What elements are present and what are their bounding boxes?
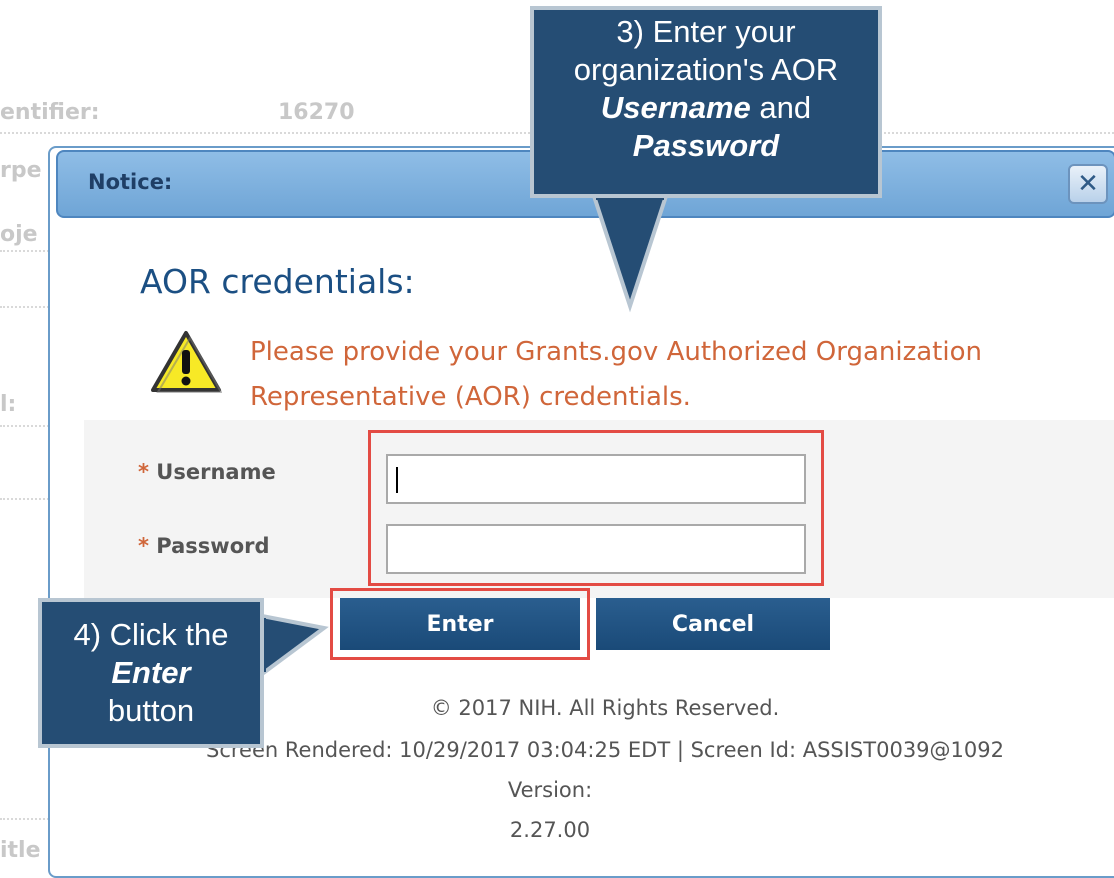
close-button[interactable]: ✕: [1068, 164, 1108, 204]
password-label: * Password: [138, 534, 270, 558]
password-label-text: Password: [156, 534, 270, 558]
required-marker: *: [138, 534, 149, 558]
callout-step4: 4) Click the Enter button: [38, 598, 264, 748]
callout-step3-line1: 3) Enter your: [616, 14, 796, 49]
version-label: Version:: [507, 778, 593, 802]
callout-step3-and: and: [759, 90, 812, 125]
callout-step3-username: Username: [600, 90, 751, 125]
bg-label-title: itle: [0, 838, 41, 863]
enter-highlight-box: [330, 588, 590, 660]
username-label-text: Username: [156, 460, 276, 484]
credentials-highlight-box: [368, 430, 824, 586]
dialog-heading: AOR credentials:: [140, 262, 415, 301]
warning-message: Please provide your Grants.gov Authorize…: [250, 337, 982, 412]
callout-step4-enter: Enter: [111, 655, 191, 690]
dialog-title: Notice:: [88, 170, 173, 194]
callout-step4-line2: Enter: [42, 654, 260, 692]
bg-label-4: l:: [0, 392, 17, 417]
bg-label-3: oje: [0, 222, 38, 247]
callout-step3-line3: Username and: [534, 89, 878, 127]
required-marker: *: [138, 460, 149, 484]
callout-step3-password: Password: [632, 128, 780, 163]
cancel-button[interactable]: Cancel: [596, 598, 830, 650]
bg-value-number: 16270: [278, 100, 355, 125]
callout-step3-pointer: [591, 190, 669, 313]
version-value: 2.27.00: [509, 818, 591, 842]
bg-label-identifier: entifier:: [0, 100, 100, 125]
callout-step4-line3: button: [107, 693, 195, 728]
close-icon: ✕: [1077, 169, 1099, 199]
callout-step4-line1: 4) Click the: [73, 617, 229, 652]
username-label: * Username: [138, 460, 276, 484]
callout-step3-line4: Password: [534, 127, 878, 165]
bg-label-2: rpe: [0, 158, 42, 183]
warning-icon: [151, 331, 222, 393]
callout-step3-line2: organization's AOR: [573, 52, 839, 87]
callout-step4-pointer: [256, 613, 329, 678]
callout-step3: 3) Enter your organization's AOR Usernam…: [530, 6, 882, 198]
